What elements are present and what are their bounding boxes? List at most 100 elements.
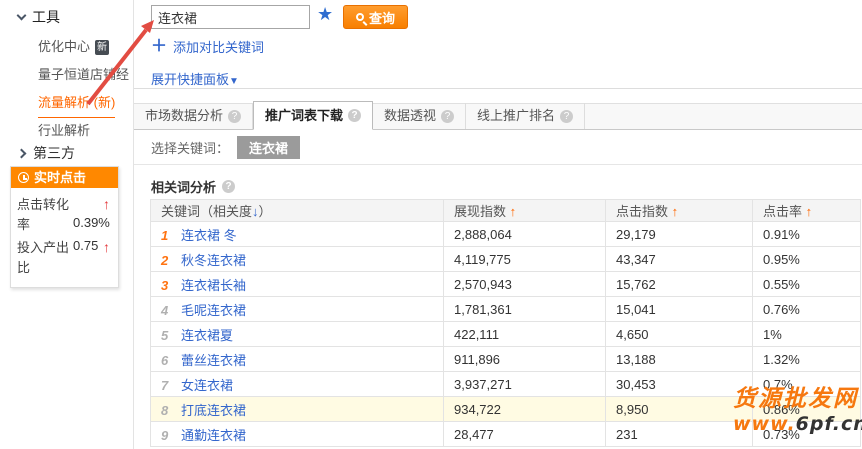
metric-label: 点击转化率 [17,195,75,235]
sidebar-section-title: 工具 [32,7,60,27]
column-header-clicks[interactable]: 点击指数 ↑ [606,200,753,222]
ctr-value: 0.7% [753,372,861,397]
keyword-link[interactable]: 通勤连衣裙 [181,428,246,443]
sidebar-item-label: 行业解析 [38,117,90,145]
sidebar-item[interactable]: 优化中心新 [38,33,129,61]
impressions-value: 422,111 [444,322,606,347]
sort-asc-icon: ↑ [806,204,813,219]
keyword-link[interactable]: 连衣裙夏 [181,328,233,343]
tab[interactable]: 线上推广排名? [466,103,585,129]
sidebar-item-label: 优化中心 [38,33,90,61]
keyword-link[interactable]: 秋冬连衣裙 [181,253,246,268]
ctr-value: 0.76% [753,297,861,322]
keyword-link[interactable]: 连衣裙长袖 [181,278,246,293]
keyword-link[interactable]: 打底连衣裙 [181,403,246,418]
impressions-value: 911,896 [444,347,606,372]
table-row: 6蕾丝连衣裙 911,89613,1881.32% [151,347,861,372]
tab[interactable]: 市场数据分析? [134,103,253,129]
query-button-label: 查询 [369,8,395,27]
add-compare-keyword-link[interactable]: ＋ 添加对比关键词 [151,37,264,56]
impressions-value: 2,888,064 [444,222,606,247]
sort-asc-icon: ↑ [672,204,679,219]
sidebar-section-tools[interactable]: 工具 [18,7,60,27]
related-words-title-text: 相关词分析 [151,177,216,196]
new-badge: 新 [95,40,109,55]
table-row: 9通勤连衣裙28,4772310.73% [151,422,861,447]
tab[interactable]: 推广词表下载? [253,101,373,130]
ctr-value: 0.91% [753,222,861,247]
sidebar-item-label: 量子恒道店铺经 [38,61,129,89]
metric-value: 0.39% [73,215,110,230]
table-row: 8打底连衣裙934,7228,9500.86% [151,397,861,422]
rank-number: 4 [161,303,181,318]
sidebar-items: 优化中心新量子恒道店铺经流量解析 (新)行业解析 [38,33,129,145]
tab-label: 市场数据分析 [145,103,223,129]
table-row: 2秋冬连衣裙4,119,77543,3470.95% [151,247,861,272]
keyword-link[interactable]: 女连衣裙 [181,378,233,393]
selected-keyword-badge[interactable]: 连衣裙 [237,136,300,159]
ctr-value: 1.32% [753,347,861,372]
realtime-panel-header: 实时点击 [11,167,118,188]
column-label: 点击率 [763,204,802,219]
table-header-row: 关键词（相关度↓） 展现指数 ↑ 点击指数 ↑ 点击率 ↑ [151,200,861,222]
sidebar-section-thirdparty[interactable]: 第三方 [18,143,75,163]
sidebar: 工具 优化中心新量子恒道店铺经流量解析 (新)行业解析 第三方 实时点击 点击转… [0,0,133,449]
rank-number: 6 [161,353,181,368]
table-row: 1连衣裙 冬2,888,06429,1790.91% [151,222,861,247]
realtime-click-panel: 实时点击 点击转化率 ↑ 0.39% 投入产出比 ↑ 0.75 [10,166,119,288]
help-icon[interactable]: ? [560,110,573,123]
sidebar-item[interactable]: 流量解析 (新) [38,89,129,117]
clicks-value: 43,347 [606,247,753,272]
keyword-select-label: 选择关键词： [151,138,229,157]
expand-quick-panel-link[interactable]: 展开快捷面板▼ [151,69,239,88]
trend-up-icon: ↑ [103,239,110,255]
clicks-value: 15,762 [606,272,753,297]
sidebar-item-label: 流量解析 (新) [38,89,115,118]
ctr-value: 0.86% [753,397,861,422]
thirdparty-label: 第三方 [33,143,75,163]
help-icon[interactable]: ? [441,110,454,123]
help-icon[interactable]: ? [222,180,235,193]
impressions-value: 934,722 [444,397,606,422]
clicks-value: 13,188 [606,347,753,372]
ctr-value: 1% [753,322,861,347]
impressions-value: 1,781,361 [444,297,606,322]
clicks-value: 231 [606,422,753,447]
expand-panel-label: 展开快捷面板 [151,72,229,87]
caret-down-icon: ▼ [229,76,239,87]
column-header-impressions[interactable]: 展现指数 ↑ [444,200,606,222]
query-button[interactable]: 查询 [343,5,408,29]
keyword-link[interactable]: 蕾丝连衣裙 [181,353,246,368]
rank-number: 5 [161,328,181,343]
column-header-keyword[interactable]: 关键词（相关度↓） [151,200,444,222]
keyword-link[interactable]: 连衣裙 冬 [181,228,237,243]
search-icon [356,13,364,21]
keyword-link[interactable]: 毛呢连衣裙 [181,303,246,318]
favorite-star-icon[interactable]: ★ [317,4,333,25]
help-icon[interactable]: ? [228,110,241,123]
help-icon[interactable]: ? [348,109,361,122]
metric-roi: 投入产出比 ↑ 0.75 [17,238,112,279]
clicks-value: 29,179 [606,222,753,247]
rank-number: 7 [161,378,181,393]
keyword-input[interactable] [151,5,310,29]
ctr-value: 0.73% [753,422,861,447]
ctr-value: 0.95% [753,247,861,272]
impressions-value: 4,119,775 [444,247,606,272]
impressions-value: 3,937,271 [444,372,606,397]
sidebar-item[interactable]: 行业解析 [38,117,129,145]
sidebar-item[interactable]: 量子恒道店铺经 [38,61,129,89]
column-header-ctr[interactable]: 点击率 ↑ [753,200,861,222]
related-words-title: 相关词分析 ? [151,177,235,196]
tab-label: 线上推广排名 [477,103,555,129]
rank-number: 3 [161,278,181,293]
metric-click-conversion: 点击转化率 ↑ 0.39% [17,195,112,236]
metric-value: 0.75 [73,238,98,253]
clicks-value: 30,453 [606,372,753,397]
table-row: 4毛呢连衣裙1,781,36115,0410.76% [151,297,861,322]
rank-number: 9 [161,428,181,443]
tab[interactable]: 数据透视? [373,103,466,129]
sort-asc-icon: ↑ [510,204,517,219]
column-label: 点击指数 [616,204,668,219]
impressions-value: 2,570,943 [444,272,606,297]
